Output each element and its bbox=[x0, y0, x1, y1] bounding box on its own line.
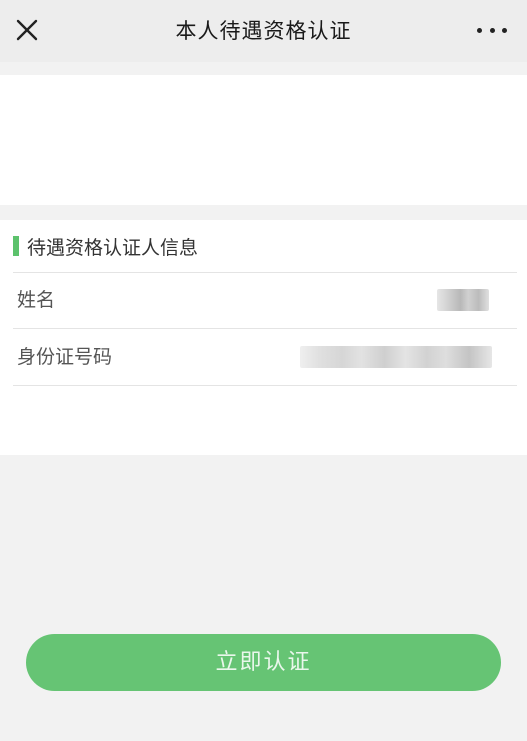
top-navbar: 本人待遇资格认证 bbox=[0, 0, 527, 62]
info-card: 待遇资格认证人信息 姓名 身份证号码 bbox=[0, 220, 527, 455]
id-number-row: 身份证号码 bbox=[13, 329, 517, 386]
section-accent-bar bbox=[13, 236, 19, 256]
id-number-value-redacted bbox=[300, 346, 492, 368]
more-dot bbox=[502, 27, 507, 33]
name-row: 姓名 bbox=[13, 272, 517, 329]
more-dot bbox=[477, 27, 482, 33]
section-header: 待遇资格认证人信息 bbox=[13, 220, 517, 273]
more-icon[interactable] bbox=[477, 16, 507, 44]
name-value-redacted bbox=[437, 289, 489, 311]
verify-now-button[interactable]: 立即认证 bbox=[26, 634, 501, 691]
name-label: 姓名 bbox=[17, 289, 56, 311]
id-number-label: 身份证号码 bbox=[17, 346, 113, 368]
more-dot bbox=[489, 27, 495, 33]
section-title: 待遇资格认证人信息 bbox=[27, 236, 199, 259]
blank-banner bbox=[0, 75, 527, 205]
page-title: 本人待遇资格认证 bbox=[175, 19, 352, 43]
